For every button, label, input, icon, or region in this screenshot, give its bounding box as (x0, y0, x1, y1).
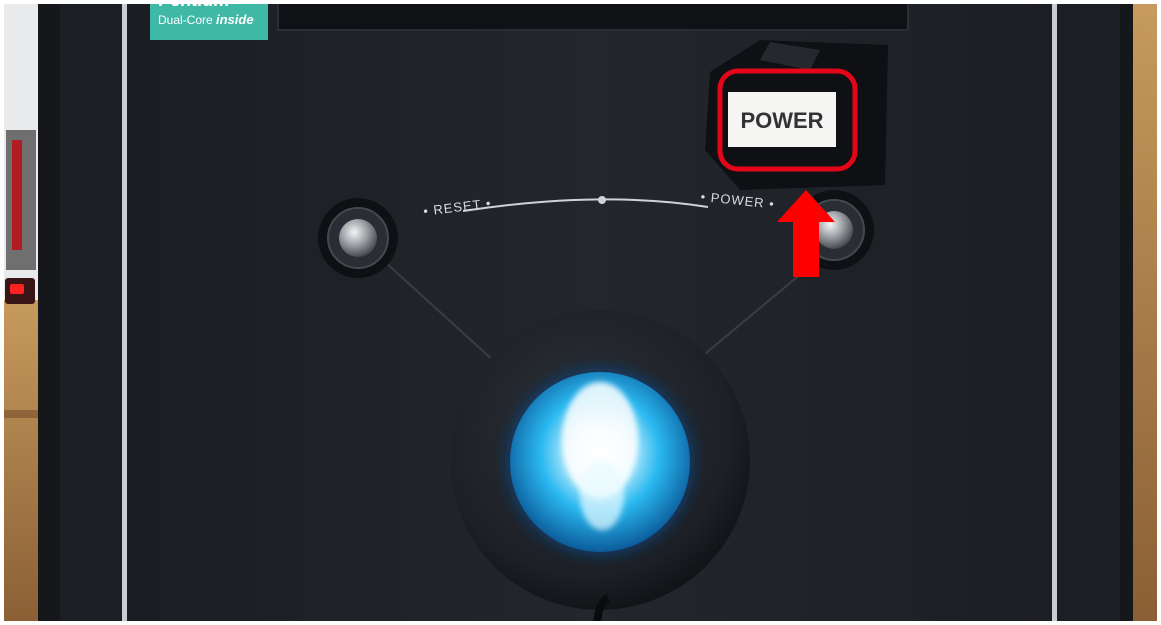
processor-badge: Pentium Dual-Core inside (150, 0, 268, 40)
red-cable (12, 140, 22, 250)
photo-scene: Pentium Dual-Core inside POWER • RESET •… (0, 0, 1161, 625)
wooden-side-panel (1130, 0, 1161, 625)
left-silver-trim (122, 0, 127, 625)
led-hotspot-lower (580, 460, 624, 530)
reset-button-cap (339, 219, 377, 257)
badge-inside-text: inside (216, 12, 254, 27)
red-indicator-light (10, 284, 24, 294)
badge-core-text: Dual-Core (158, 13, 213, 27)
reset-button[interactable] (318, 198, 398, 278)
drive-bay (277, 0, 909, 31)
power-label-text: POWER (740, 108, 823, 133)
right-silver-trim (1052, 0, 1057, 625)
arc-center-dot (598, 196, 606, 204)
